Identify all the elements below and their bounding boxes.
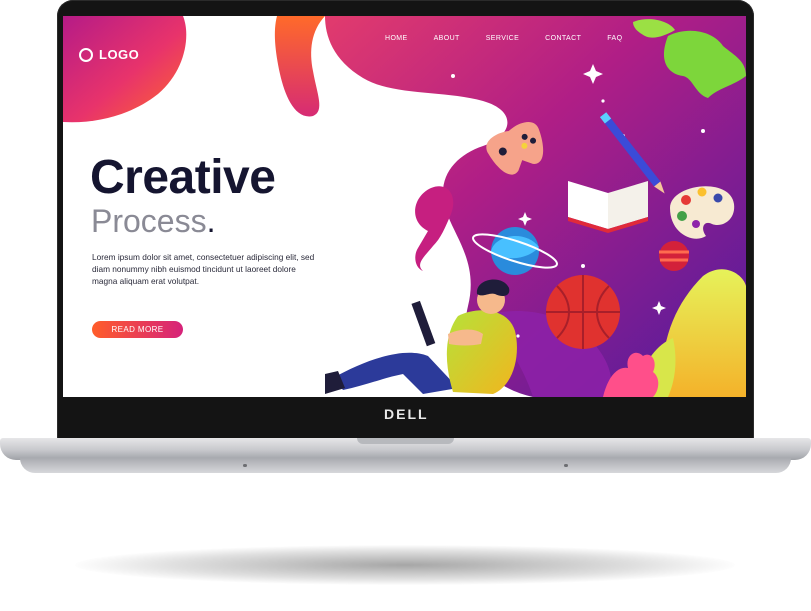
hero-subhead: Process. [91,204,215,238]
read-more-button[interactable]: READ MORE [92,321,183,338]
hero-headline: Creative [90,151,276,204]
hero-body-text: Lorem ipsum dolor sit amet, consectetuer… [92,252,315,286]
small-planet-icon [659,241,689,271]
laptop-brand-logo: DELL [384,406,429,422]
laptop-base-lip [20,458,791,473]
nav-service[interactable]: SERVICE [486,35,519,42]
top-left-blob [63,16,187,123]
logo-text: LOGO [99,47,140,62]
nav-about[interactable]: ABOUT [434,35,460,42]
site-logo[interactable]: LOGO [79,47,139,62]
laptop-lid-notch [357,438,454,444]
laptop-shadow [75,545,735,585]
drop-shape [415,186,454,271]
nav-contact[interactable]: CONTACT [545,35,581,42]
top-nav: HOME ABOUT SERVICE CONTACT FAQ [385,35,648,42]
nav-home[interactable]: HOME [385,35,408,42]
hero-subhead-text: Process [91,203,207,239]
basketball-icon [546,275,620,349]
hero-subhead-dot: . [206,203,216,239]
laptop-screen: LOGO HOME ABOUT SERVICE CONTACT FAQ Crea… [63,16,746,397]
logo-ring-icon [79,47,93,62]
orange-swirl [274,16,325,117]
person-illustration [325,279,517,394]
laptop-foot-left [243,464,247,467]
nav-faq[interactable]: FAQ [607,35,622,42]
laptop-foot-right [564,464,568,467]
